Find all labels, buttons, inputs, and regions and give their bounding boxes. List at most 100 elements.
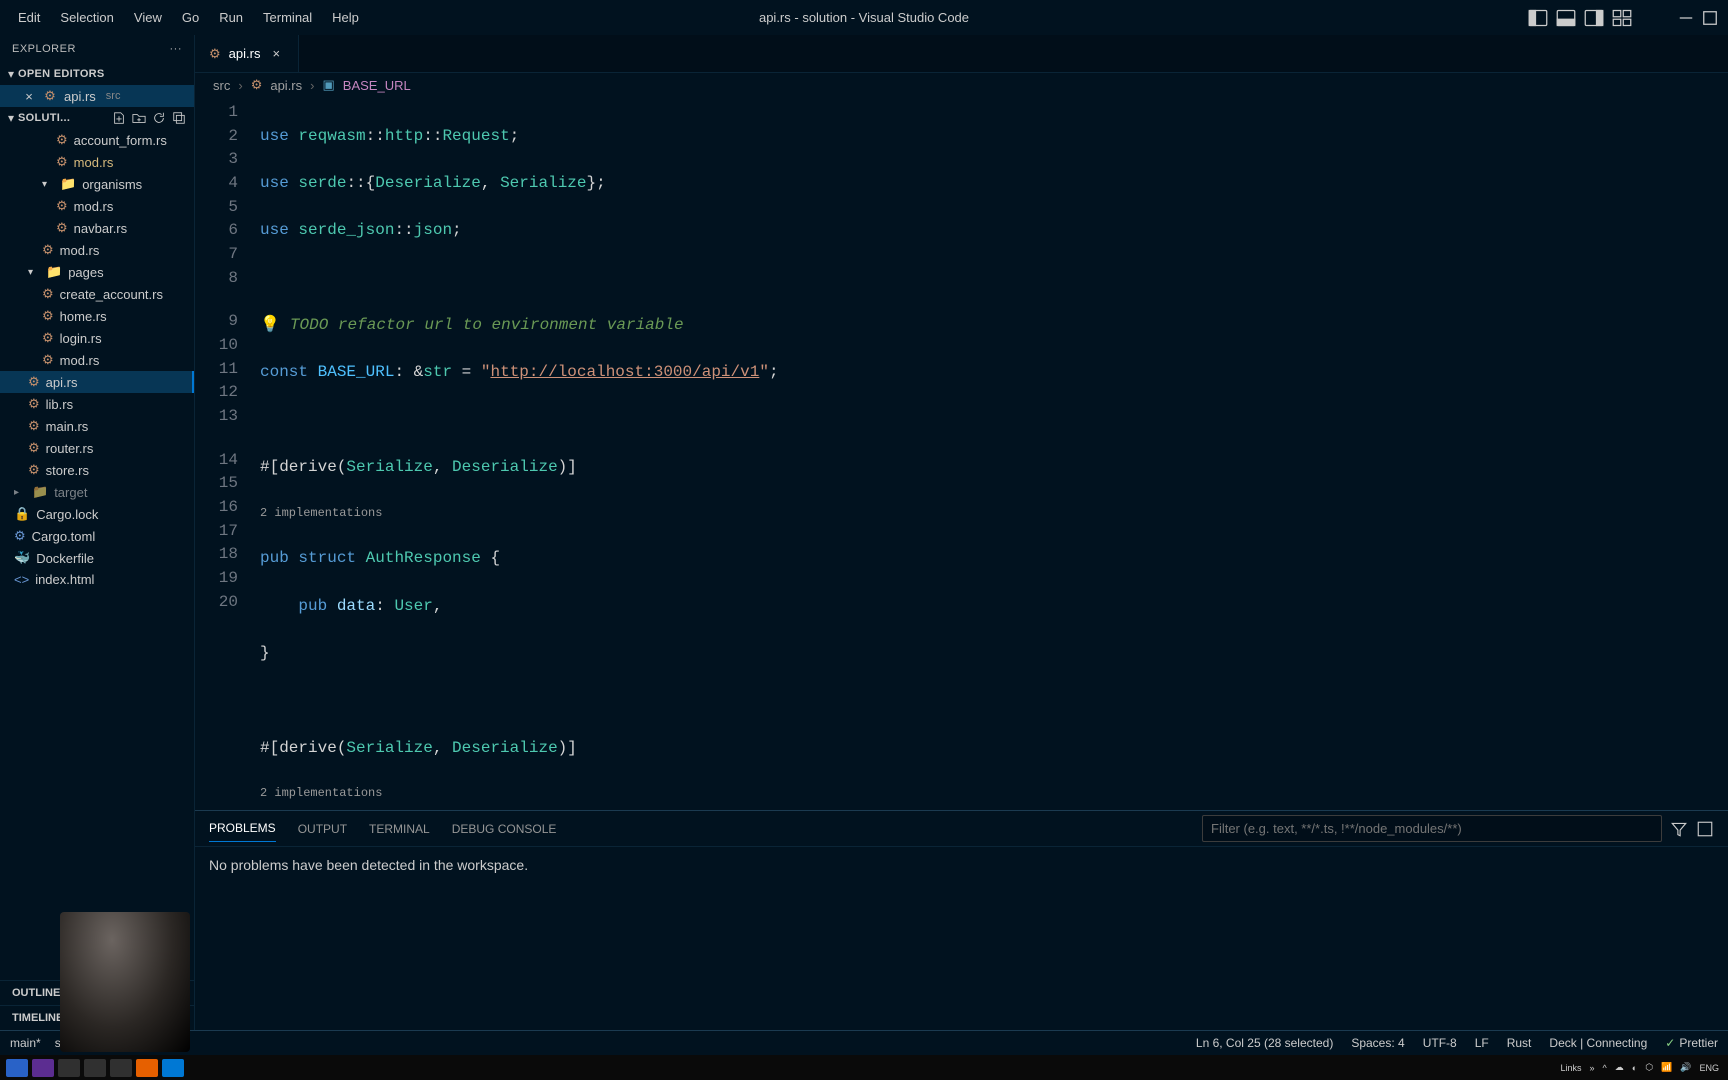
tree-file[interactable]: ⚙Cargo.toml — [0, 525, 194, 547]
close-icon[interactable]: × — [268, 46, 284, 61]
tree-file[interactable]: ⚙navbar.rs — [0, 217, 194, 239]
new-file-icon[interactable] — [112, 111, 126, 125]
tab-problems[interactable]: PROBLEMS — [209, 815, 276, 842]
new-folder-icon[interactable] — [132, 111, 146, 125]
explorer-header: EXPLORER ··· — [0, 35, 194, 63]
taskbar-app-icon[interactable] — [58, 1059, 80, 1077]
tree-file[interactable]: ⚙api.rs — [0, 371, 194, 393]
menu-selection[interactable]: Selection — [50, 4, 123, 31]
tree-file[interactable]: ⚙mod.rs — [0, 195, 194, 217]
status-encoding[interactable]: UTF-8 — [1423, 1036, 1457, 1050]
status-language[interactable]: Rust — [1507, 1036, 1532, 1050]
status-branch[interactable]: main* — [10, 1036, 41, 1050]
refresh-icon[interactable] — [152, 111, 166, 125]
explorer-more-icon[interactable]: ··· — [170, 43, 183, 55]
codelens[interactable]: 2 implementations — [260, 784, 1718, 804]
tree-item-label: create_account.rs — [60, 287, 163, 302]
status-deck[interactable]: Deck | Connecting — [1549, 1036, 1647, 1050]
editor-area: ⚙ api.rs × src › ⚙ api.rs › ▣ BASE_URL 1… — [195, 35, 1728, 1030]
tray-icon[interactable]: ⬡ — [1642, 1062, 1656, 1073]
menu-go[interactable]: Go — [172, 4, 209, 31]
taskbar-app-icon[interactable] — [32, 1059, 54, 1077]
tree-file[interactable]: ⚙home.rs — [0, 305, 194, 327]
tree-file[interactable]: ⚙router.rs — [0, 437, 194, 459]
tab-api-rs[interactable]: ⚙ api.rs × — [195, 35, 299, 72]
problems-message: No problems have been detected in the wo… — [195, 847, 1728, 883]
tab-output[interactable]: OUTPUT — [298, 816, 347, 842]
tree-item-label: mod.rs — [74, 199, 114, 214]
tree-file[interactable]: ⚙ mod.rs — [0, 239, 194, 261]
open-editors-header[interactable]: ▾ OPEN EDITORS — [0, 63, 194, 85]
tree-item-label: Cargo.toml — [32, 529, 96, 544]
taskbar-app-icon[interactable] — [162, 1059, 184, 1077]
menu-help[interactable]: Help — [322, 4, 369, 31]
tray-up-icon[interactable]: ^ — [1600, 1063, 1610, 1073]
tree-file[interactable]: ⚙main.rs — [0, 415, 194, 437]
minimize-icon[interactable] — [1676, 8, 1696, 28]
status-indentation[interactable]: Spaces: 4 — [1351, 1036, 1404, 1050]
panel-maximize-icon[interactable] — [1696, 820, 1714, 838]
taskbar-app-icon[interactable] — [6, 1059, 28, 1077]
close-icon[interactable]: × — [22, 89, 36, 104]
tree-file[interactable]: ⚙store.rs — [0, 459, 194, 481]
code-content[interactable]: use reqwasm::http::Request; use serde::{… — [250, 97, 1728, 810]
open-editors-label: OPEN EDITORS — [18, 68, 105, 80]
system-tray: Links » ^ ☁ ◐ ⬡ 📶 🔊 ENG — [1557, 1062, 1722, 1073]
tree-item-label: mod.rs — [60, 243, 100, 258]
tree-file[interactable]: 🔒Cargo.lock — [0, 503, 194, 525]
breadcrumb-item[interactable]: src — [213, 78, 230, 93]
breadcrumb[interactable]: src › ⚙ api.rs › ▣ BASE_URL — [195, 73, 1728, 97]
tray-network-icon[interactable]: 📶 — [1658, 1062, 1675, 1073]
open-editor-name: api.rs — [64, 89, 96, 104]
tree-file[interactable]: ⚙login.rs — [0, 327, 194, 349]
toggle-panel-icon[interactable] — [1556, 8, 1576, 28]
rs-icon: ⚙ — [42, 242, 54, 258]
breadcrumb-item[interactable]: api.rs — [270, 78, 302, 93]
breadcrumb-symbol[interactable]: BASE_URL — [343, 78, 411, 93]
taskbar-app-icon[interactable] — [84, 1059, 106, 1077]
tray-icon[interactable]: ☁ — [1612, 1062, 1627, 1073]
lightbulb-icon[interactable]: 💡 — [260, 316, 280, 334]
tree-folder[interactable]: ▾📁organisms — [0, 173, 194, 195]
tab-debug-console[interactable]: DEBUG CONSOLE — [452, 816, 557, 842]
codelens[interactable]: 2 implementations — [260, 504, 1718, 524]
status-selection[interactable]: Ln 6, Col 25 (28 selected) — [1196, 1036, 1333, 1050]
tree-file[interactable]: ⚙mod.rs — [0, 349, 194, 371]
collapse-all-icon[interactable] — [172, 111, 186, 125]
project-header[interactable]: ▾ SOLUTI... — [0, 107, 194, 129]
tray-icon[interactable]: ◐ — [1629, 1063, 1640, 1073]
tree-file[interactable]: ⚙create_account.rs — [0, 283, 194, 305]
tree-file[interactable]: 🐳Dockerfile — [0, 547, 194, 569]
tree-file[interactable]: ⚙lib.rs — [0, 393, 194, 415]
open-editor-path: src — [106, 90, 121, 102]
status-prettier[interactable]: ✓Prettier — [1665, 1036, 1718, 1050]
tab-terminal[interactable]: TERMINAL — [369, 816, 430, 842]
customize-layout-icon[interactable] — [1612, 8, 1632, 28]
tree-file[interactable]: <>index.html — [0, 569, 194, 590]
tray-language[interactable]: ENG — [1696, 1063, 1722, 1073]
menu-terminal[interactable]: Terminal — [253, 4, 322, 31]
taskbar-app-icon[interactable] — [110, 1059, 132, 1077]
toggle-primary-sidebar-icon[interactable] — [1528, 8, 1548, 28]
tray-links[interactable]: Links — [1557, 1063, 1584, 1073]
menu-edit[interactable]: Edit — [8, 4, 50, 31]
tray-volume-icon[interactable]: 🔊 — [1677, 1062, 1694, 1073]
tree-folder[interactable]: ▾📁pages — [0, 261, 194, 283]
tree-item-label: index.html — [35, 572, 94, 587]
menu-run[interactable]: Run — [209, 4, 253, 31]
url-literal[interactable]: http://localhost:3000/api/v1 — [490, 363, 759, 381]
maximize-icon[interactable] — [1700, 8, 1720, 28]
code-editor[interactable]: 1234567891011121314151617181920 use reqw… — [195, 97, 1728, 810]
filter-icon[interactable] — [1670, 820, 1688, 838]
taskbar-app-icon[interactable] — [136, 1059, 158, 1077]
tree-file[interactable]: ⚙account_form.rs — [0, 129, 194, 151]
tree-file[interactable]: ⚙mod.rs — [0, 151, 194, 173]
open-editor-item[interactable]: × ⚙ api.rs src — [0, 85, 194, 107]
menu-view[interactable]: View — [124, 4, 172, 31]
toggle-secondary-sidebar-icon[interactable] — [1584, 8, 1604, 28]
titlebar: Edit Selection View Go Run Terminal Help… — [0, 0, 1728, 35]
status-eol[interactable]: LF — [1475, 1036, 1489, 1050]
filter-input[interactable] — [1202, 815, 1662, 842]
tree-folder[interactable]: ▸📁target — [0, 481, 194, 503]
tray-chevron-icon[interactable]: » — [1587, 1063, 1598, 1073]
